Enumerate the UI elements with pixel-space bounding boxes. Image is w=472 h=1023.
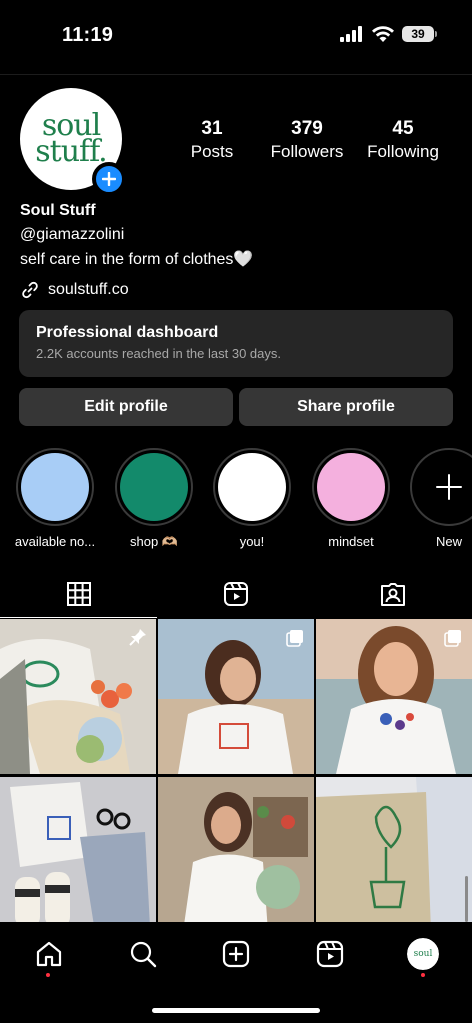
highlight-label: New <box>435 534 462 549</box>
highlight-label: you! <box>239 534 265 549</box>
status-icons: 39 <box>340 26 437 42</box>
highlight-ring <box>312 448 390 526</box>
following-count: 45 <box>392 118 414 139</box>
highlight-ring <box>16 448 94 526</box>
nav-create[interactable] <box>216 934 256 974</box>
post-beach-portrait[interactable] <box>316 619 472 774</box>
wifi-icon <box>372 26 394 42</box>
profile-link-text: soulstuff.co <box>48 281 129 298</box>
highlight-mindset[interactable]: mindset <box>306 448 396 549</box>
bio-text: self care in the form of clothes🤍 <box>20 251 254 268</box>
highlight-available[interactable]: available no... <box>10 448 100 549</box>
followers-count: 379 <box>291 118 323 139</box>
home-icon <box>36 941 62 967</box>
search-icon <box>130 941 157 968</box>
pinned-icon <box>129 629 146 646</box>
post-self-care-tee-flowers[interactable] <box>0 619 156 774</box>
highlight-label: available no... <box>14 534 96 549</box>
edit-profile-button[interactable]: Edit profile <box>19 388 233 426</box>
create-icon <box>222 940 250 968</box>
home-notification-dot <box>46 973 50 977</box>
header-divider <box>0 74 472 75</box>
post-greenhouse-tee[interactable] <box>158 777 314 932</box>
posts-count: 31 <box>201 118 223 139</box>
highlight-you[interactable]: you! <box>207 448 297 549</box>
tagged-icon <box>380 583 405 606</box>
profile-link[interactable]: soulstuff.co <box>20 280 129 300</box>
story-highlights: available no... shop 🫶🏼 you! mindset New <box>0 448 472 550</box>
carousel-icon <box>444 630 461 647</box>
tab-grid[interactable] <box>0 570 157 618</box>
highlight-ring <box>115 448 193 526</box>
post-beach-smile[interactable] <box>158 619 314 774</box>
stat-followers[interactable]: 379 Followers <box>264 118 350 162</box>
post-image <box>316 777 472 932</box>
nav-profile[interactable]: soul <box>403 934 443 974</box>
reels-icon <box>316 940 344 968</box>
reels-icon <box>223 582 248 606</box>
profile-handle: @giamazzolini <box>20 226 125 243</box>
professional-dashboard-card[interactable]: Professional dashboard 2.2K accounts rea… <box>19 310 453 377</box>
share-profile-button[interactable]: Share profile <box>239 388 453 426</box>
tab-tagged[interactable] <box>314 570 471 618</box>
profile-name: Soul Stuff <box>20 202 96 219</box>
post-plant-mom-tote[interactable] <box>316 777 472 932</box>
plus-icon <box>436 474 462 500</box>
plus-icon <box>102 172 116 186</box>
status-bar: 11:19 39 <box>0 0 472 72</box>
posts-label: Posts <box>190 142 234 161</box>
nav-reels[interactable] <box>310 934 350 974</box>
highlight-cover <box>21 453 89 521</box>
stat-posts[interactable]: 31 Posts <box>176 118 248 162</box>
profile-avatar-small-logo: soul <box>413 949 433 959</box>
scroll-indicator[interactable] <box>465 876 468 922</box>
dashboard-subtitle: 2.2K accounts reached in the last 30 day… <box>36 346 281 361</box>
dashboard-title: Professional dashboard <box>36 324 219 341</box>
battery-indicator: 39 <box>402 26 437 42</box>
highlight-cover <box>218 453 286 521</box>
avatar-logo-line2: stuff. <box>35 134 107 169</box>
active-tab-indicator <box>0 617 157 618</box>
link-icon <box>22 281 38 299</box>
post-flatlay-outfit[interactable] <box>0 777 156 932</box>
profile-notification-dot <box>421 973 425 977</box>
stat-following[interactable]: 45 Following <box>362 118 444 162</box>
highlight-shop[interactable]: shop 🫶🏼 <box>109 448 199 550</box>
followers-label: Followers <box>270 142 344 161</box>
grid-icon <box>66 582 91 606</box>
status-time: 11:19 <box>62 24 114 46</box>
tab-reels[interactable] <box>157 570 314 618</box>
new-highlight-ring <box>410 448 472 526</box>
profile-bio: Soul Stuff @giamazzolini self care in th… <box>20 202 253 269</box>
post-image <box>0 777 156 932</box>
home-indicator <box>152 1008 320 1013</box>
following-label: Following <box>367 142 439 161</box>
nav-home[interactable] <box>29 934 69 974</box>
highlight-cover <box>317 453 385 521</box>
carousel-icon <box>286 630 303 647</box>
cellular-signal-icon <box>340 26 362 42</box>
highlight-label: shop 🫶🏼 <box>130 534 178 549</box>
add-story-button[interactable] <box>92 162 126 196</box>
highlight-label: mindset <box>328 534 374 549</box>
post-image <box>158 777 314 932</box>
highlight-new[interactable]: New <box>404 448 472 549</box>
profile-tabs <box>0 570 472 618</box>
highlight-ring <box>213 448 291 526</box>
profile-avatar-small: soul <box>406 937 440 971</box>
highlight-cover <box>120 453 188 521</box>
nav-search[interactable] <box>123 934 163 974</box>
